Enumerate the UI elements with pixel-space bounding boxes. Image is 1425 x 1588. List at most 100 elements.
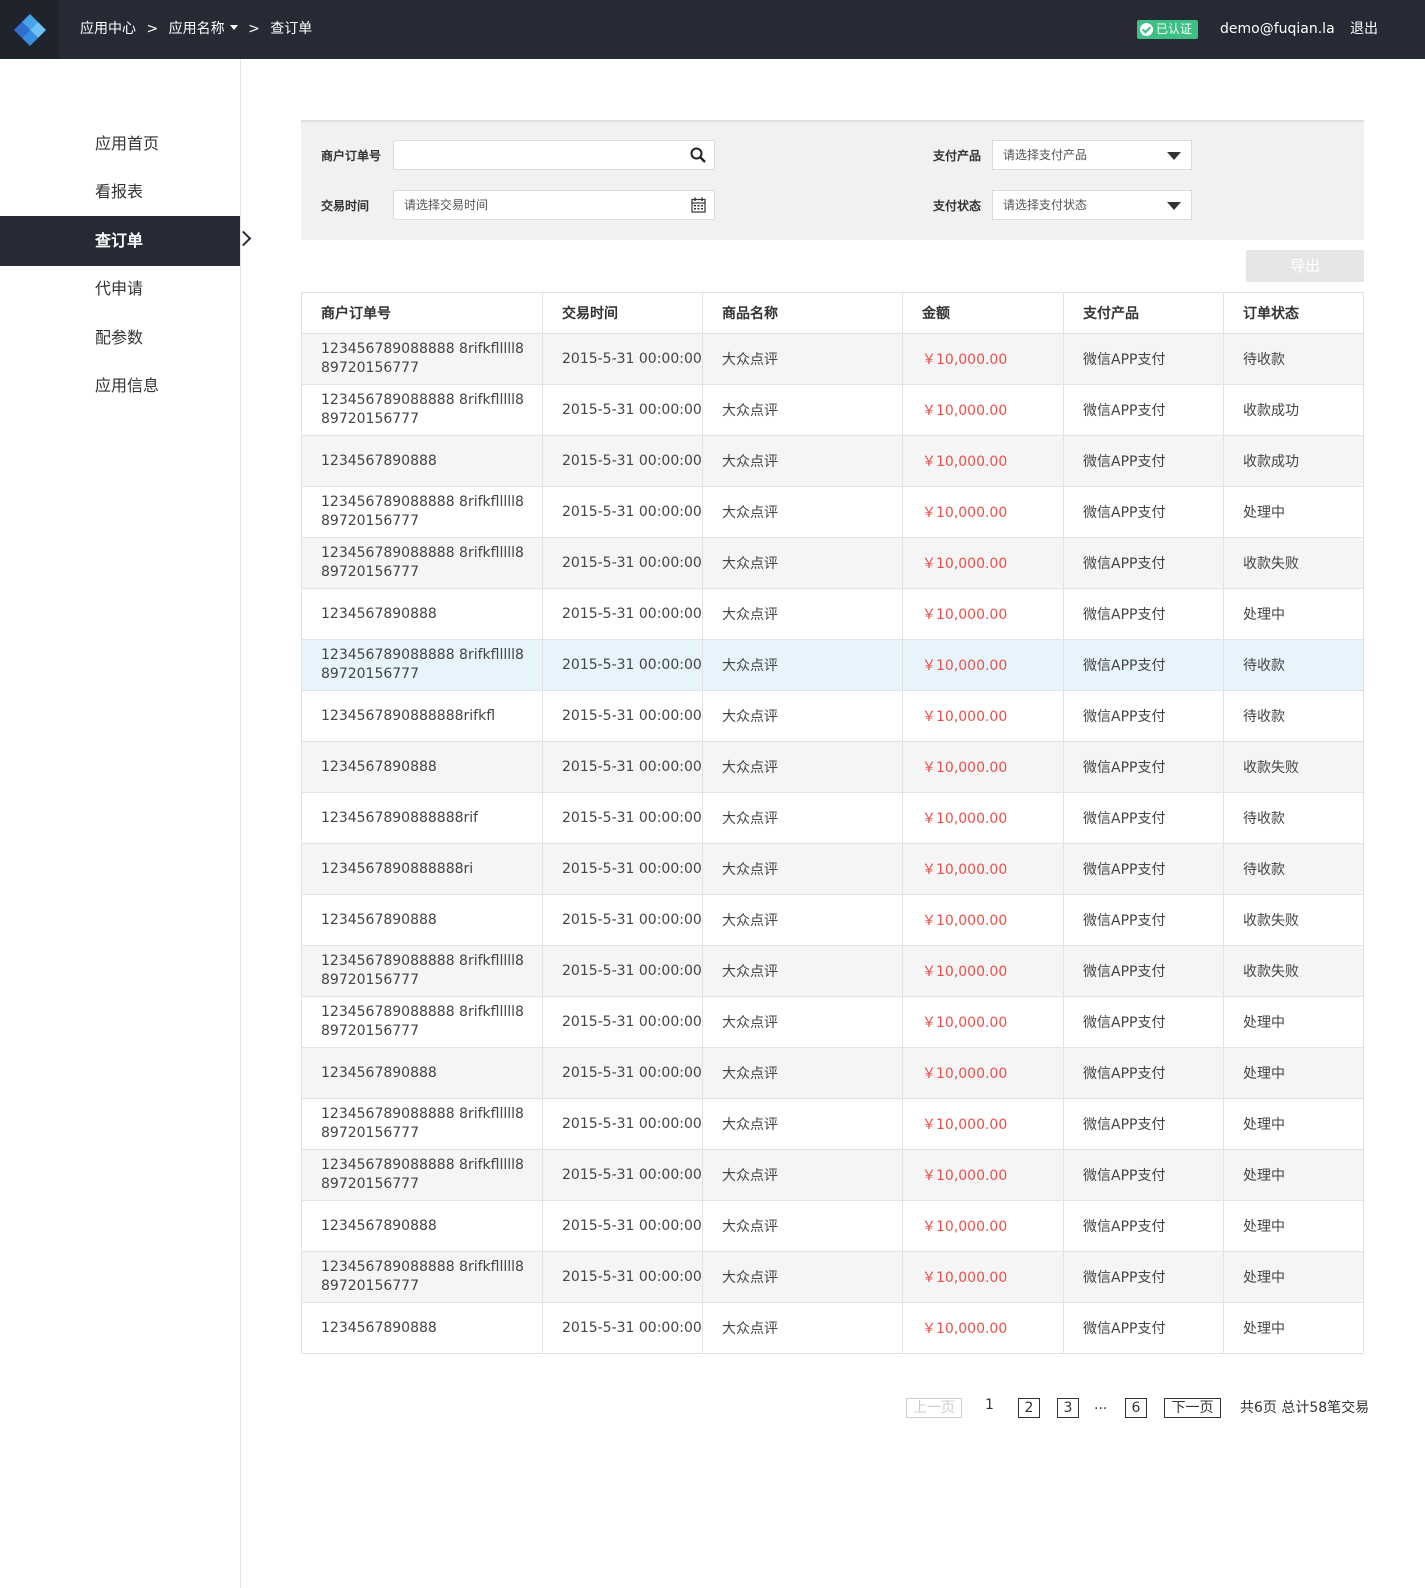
dropdown-arrow-icon: [1167, 152, 1181, 160]
dropdown-arrow-icon: [1167, 202, 1181, 210]
product-cell: 微信APP支付: [1064, 487, 1224, 537]
time-cell-text: 2015-5-31 00:00:00: [562, 912, 702, 928]
order-no-cell-text: 123456789088888 8rifkflllll889720156777: [321, 1259, 524, 1294]
goods-cell: 大众点评: [703, 997, 903, 1047]
table-row[interactable]: 123456789088888 8rifkflllll889720156777 2…: [302, 640, 1363, 691]
product-cell: 微信APP支付: [1064, 997, 1224, 1047]
app-logo[interactable]: [0, 0, 59, 59]
product-cell-text: 微信APP支付: [1083, 607, 1166, 623]
status-select[interactable]: 请选择支付状态: [992, 190, 1192, 220]
sidebar-item-orders[interactable]: 查订单: [0, 216, 240, 266]
time-cell: 2015-5-31 00:00:00: [543, 1252, 703, 1302]
breadcrumb-app-name[interactable]: 应用名称: [169, 0, 238, 59]
amount-cell-text: ￥10,000.00: [922, 1066, 1008, 1082]
product-cell-text: 微信APP支付: [1083, 556, 1166, 572]
time-picker[interactable]: 请选择交易时间: [393, 190, 715, 220]
status-cell-text: 处理中: [1243, 607, 1285, 623]
table-row[interactable]: 123456789088888 8rifkflllll889720156777 2…: [302, 487, 1363, 538]
amount-cell: ￥10,000.00: [903, 640, 1064, 690]
logout-link[interactable]: 退出: [1350, 0, 1378, 59]
order-no-cell: 1234567890888888rifkfl: [302, 691, 543, 741]
order-no-cell-text: 123456789088888 8rifkflllll889720156777: [321, 494, 524, 529]
page-2-button[interactable]: 2: [1018, 1398, 1040, 1418]
product-cell: 微信APP支付: [1064, 742, 1224, 792]
time-cell: 2015-5-31 00:00:00: [543, 640, 703, 690]
export-button[interactable]: 导出: [1246, 250, 1364, 282]
time-cell: 2015-5-31 00:00:00: [543, 946, 703, 996]
next-page-button[interactable]: 下一页: [1164, 1398, 1221, 1418]
order-no-cell: 123456789088888 8rifkflllll889720156777: [302, 1150, 543, 1200]
amount-cell-text: ￥10,000.00: [922, 1321, 1008, 1337]
table-row[interactable]: 123456789088888 8rifkflllll889720156777 2…: [302, 1252, 1363, 1303]
product-cell: 微信APP支付: [1064, 844, 1224, 894]
product-cell-text: 微信APP支付: [1083, 1270, 1166, 1286]
order-no-cell: 1234567890888: [302, 436, 543, 486]
time-cell: 2015-5-31 00:00:00: [543, 1150, 703, 1200]
product-select[interactable]: 请选择支付产品: [992, 140, 1192, 170]
product-cell-text: 微信APP支付: [1083, 505, 1166, 521]
amount-cell-text: ￥10,000.00: [922, 1270, 1008, 1286]
column-header: 订单状态: [1243, 306, 1299, 322]
status-cell-text: 处理中: [1243, 1270, 1285, 1286]
sidebar-item-app-info[interactable]: 应用信息: [0, 361, 240, 411]
table-row[interactable]: 1234567890888 2015-5-31 00:00:00 大众点评 ￥10,0…: [302, 1303, 1363, 1354]
breadcrumb-app-center[interactable]: 应用中心: [80, 0, 136, 59]
status-cell: 处理中: [1224, 589, 1363, 639]
time-cell-text: 2015-5-31 00:00:00: [562, 402, 702, 418]
table-row[interactable]: 1234567890888888rifkfl 2015-5-31 00:00:00…: [302, 691, 1363, 742]
amount-cell-text: ￥10,000.00: [922, 1168, 1008, 1184]
goods-cell-text: 大众点评: [722, 607, 778, 623]
order-no-input[interactable]: [404, 141, 668, 169]
time-cell: 2015-5-31 00:00:00: [543, 487, 703, 537]
page-6-button[interactable]: 6: [1125, 1398, 1147, 1418]
table-row[interactable]: 123456789088888 8rifkflllll889720156777 2…: [302, 1099, 1363, 1150]
product-cell: 微信APP支付: [1064, 946, 1224, 996]
amount-cell-text: ￥10,000.00: [922, 1015, 1008, 1031]
calendar-icon[interactable]: [691, 197, 706, 213]
sidebar-item-params[interactable]: 配参数: [0, 313, 240, 363]
breadcrumb-separator: >: [146, 21, 159, 37]
table-row[interactable]: 123456789088888 8rifkflllll889720156777 2…: [302, 385, 1363, 436]
prev-page-button[interactable]: 上一页: [906, 1398, 962, 1418]
order-no-cell-text: 1234567890888: [321, 911, 437, 928]
order-no-cell-text: 123456789088888 8rifkflllll889720156777: [321, 1004, 524, 1039]
amount-cell-text: ￥10,000.00: [922, 403, 1008, 419]
table-row[interactable]: 123456789088888 8rifkflllll889720156777 2…: [302, 1150, 1363, 1201]
table-row[interactable]: 1234567890888888ri 2015-5-31 00:00:00 大众点评…: [302, 844, 1363, 895]
table-row[interactable]: 1234567890888 2015-5-31 00:00:00 大众点评 ￥10,0…: [302, 742, 1363, 793]
sidebar-item-apply[interactable]: 代申请: [0, 264, 240, 314]
sidebar: 应用首页 看报表 查订单 代申请 配参数 应用信息: [0, 59, 241, 1588]
table-row[interactable]: 1234567890888 2015-5-31 00:00:00 大众点评 ￥10,0…: [302, 1201, 1363, 1252]
search-icon[interactable]: [690, 147, 706, 163]
product-cell-text: 微信APP支付: [1083, 1117, 1166, 1133]
page-current: 1: [985, 1397, 994, 1413]
sidebar-item-app-home[interactable]: 应用首页: [0, 119, 240, 169]
time-cell: 2015-5-31 00:00:00: [543, 997, 703, 1047]
goods-cell: 大众点评: [703, 1150, 903, 1200]
order-no-cell: 123456789088888 8rifkflllll889720156777: [302, 1252, 543, 1302]
table-row[interactable]: 123456789088888 8rifkflllll889720156777 2…: [302, 997, 1363, 1048]
table-row[interactable]: 123456789088888 8rifkflllll889720156777 2…: [302, 946, 1363, 997]
status-cell: 收款失败: [1224, 946, 1363, 996]
goods-cell: 大众点评: [703, 1099, 903, 1149]
table-row[interactable]: 123456789088888 8rifkflllll889720156777 2…: [302, 334, 1363, 385]
amount-cell-text: ￥10,000.00: [922, 964, 1008, 980]
table-row[interactable]: 1234567890888888rif 2015-5-31 00:00:00 大众点…: [302, 793, 1363, 844]
page-3-button[interactable]: 3: [1057, 1398, 1079, 1418]
table-row[interactable]: 1234567890888 2015-5-31 00:00:00 大众点评 ￥10,0…: [302, 1048, 1363, 1099]
status-cell-text: 处理中: [1243, 1168, 1285, 1184]
table-row[interactable]: 1234567890888 2015-5-31 00:00:00 大众点评 ￥10,0…: [302, 895, 1363, 946]
product-cell: 微信APP支付: [1064, 1099, 1224, 1149]
product-cell-text: 微信APP支付: [1083, 1015, 1166, 1031]
goods-cell: 大众点评: [703, 1201, 903, 1251]
user-email[interactable]: demo@fuqian.la: [1220, 0, 1335, 59]
sidebar-item-reports[interactable]: 看报表: [0, 167, 240, 217]
order-no-cell-text: 1234567890888888ri: [321, 860, 474, 877]
order-no-cell: 1234567890888: [302, 742, 543, 792]
table-row[interactable]: 123456789088888 8rifkflllll889720156777 2…: [302, 538, 1363, 589]
table-row[interactable]: 1234567890888 2015-5-31 00:00:00 大众点评 ￥10,0…: [302, 589, 1363, 640]
order-no-cell: 123456789088888 8rifkflllll889720156777: [302, 385, 543, 435]
logo-icon: [14, 14, 46, 46]
table-row[interactable]: 1234567890888 2015-5-31 00:00:00 大众点评 ￥10,0…: [302, 436, 1363, 487]
order-no-cell: 123456789088888 8rifkflllll889720156777: [302, 538, 543, 588]
